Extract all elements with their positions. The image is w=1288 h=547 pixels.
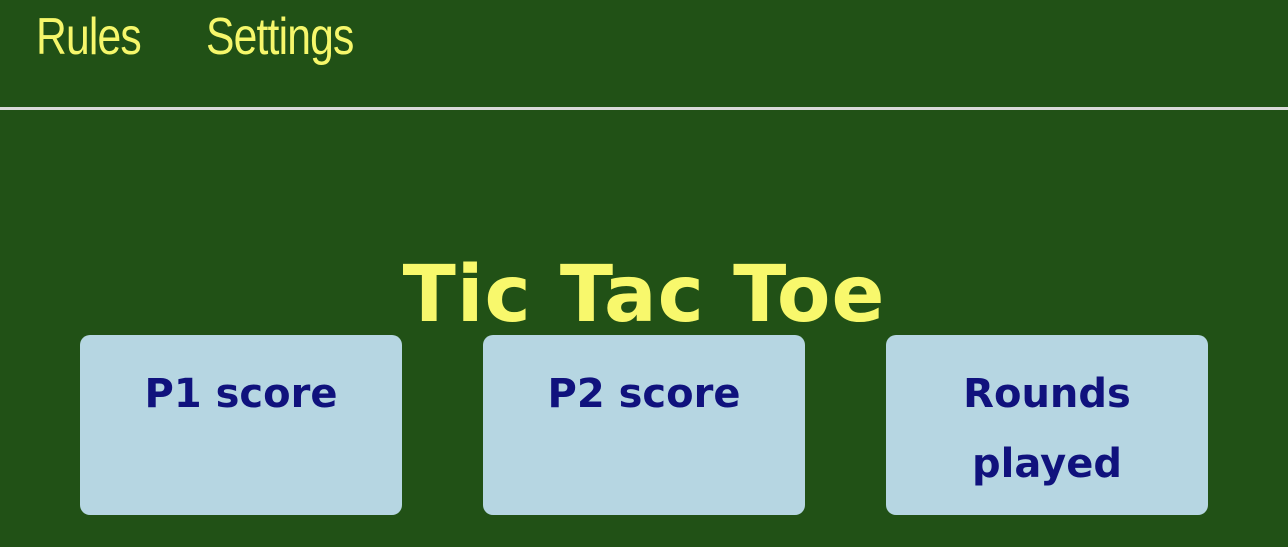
settings-link[interactable]: Settings <box>206 6 354 68</box>
top-navigation: Rules Settings <box>0 0 1288 110</box>
p2-score-card: P2 score <box>483 335 805 515</box>
rounds-played-label: Rounds played <box>963 371 1131 487</box>
p2-score-label: P2 score <box>547 371 741 417</box>
game-title: Tic Tac Toe <box>402 250 886 341</box>
p1-score-label: P1 score <box>144 371 338 417</box>
rounds-played-card: Rounds played <box>886 335 1208 515</box>
p1-score-card: P1 score <box>80 335 402 515</box>
rules-link[interactable]: Rules <box>36 6 142 68</box>
